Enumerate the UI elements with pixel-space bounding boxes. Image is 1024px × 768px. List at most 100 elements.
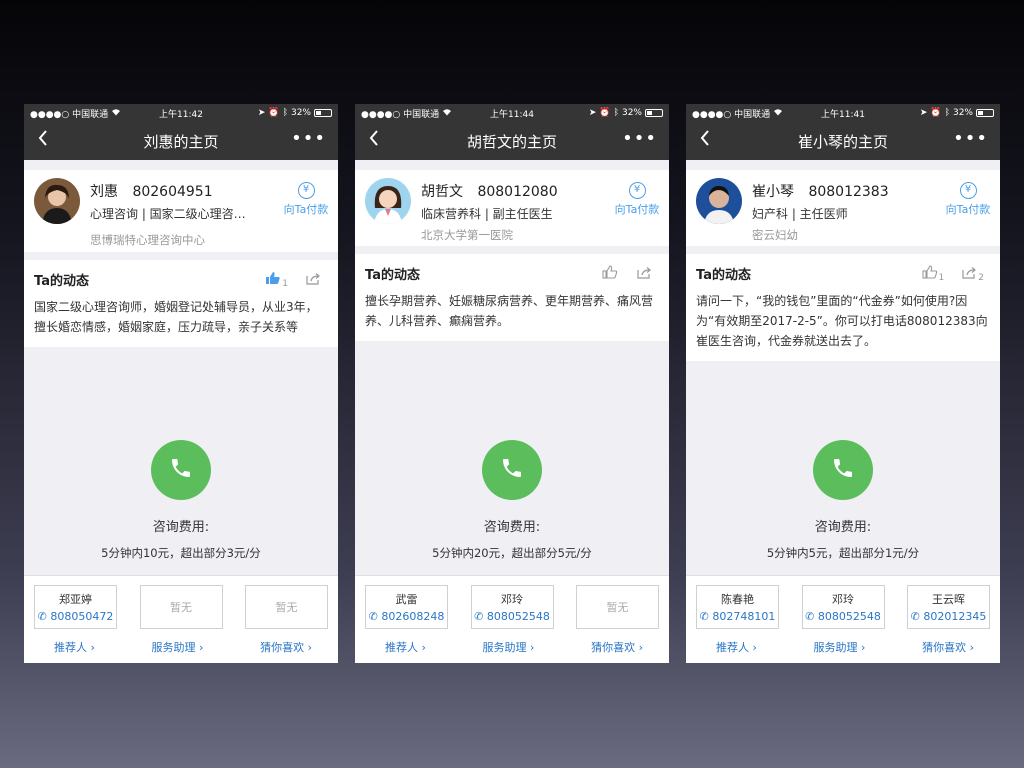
phone-screen: ●●●●○ 中国联通 上午11:41 ➤ ⏰ ᛒ 32% 崔小琴的主页 ••• — [686, 104, 1000, 663]
assistant-link[interactable]: 服务助理 › — [814, 639, 866, 655]
contact-card[interactable]: 暂无 — [576, 585, 659, 629]
call-button[interactable] — [813, 440, 873, 500]
pay-label: 向Ta付款 — [945, 203, 991, 216]
doctor-department: 妇产科 | 主任医师 — [752, 207, 848, 221]
fee-value: 5分钟内5元，超出部分1元/分 — [766, 546, 920, 560]
contact-name: 武雷 — [395, 593, 418, 606]
nav-bar: 刘惠的主页 ••• — [24, 122, 338, 160]
phone-small-icon: ✆ — [37, 610, 47, 623]
contact-name: 王云晖 — [932, 593, 965, 606]
phone-icon — [831, 456, 855, 484]
share-button[interactable] — [637, 264, 653, 283]
call-button[interactable] — [151, 440, 211, 500]
contact-card[interactable]: 陈春艳 ✆ 802748101 — [696, 585, 779, 629]
dynamics-title: Ta的动态 — [365, 268, 420, 283]
phone-screen: ●●●●○ 中国联通 上午11:42 ➤ ⏰ ᛒ 32% 刘惠的主页 ••• 刘… — [24, 104, 338, 663]
avatar[interactable] — [696, 178, 742, 224]
dynamics-text: 请问一下，“我的钱包”里面的“代金券”如何使用?因为“有效期至2017-2-5”… — [696, 294, 988, 348]
contact-phone: 808052548 — [817, 610, 881, 623]
doctor-department: 心理咨询 | 国家二级心理咨… — [90, 207, 246, 221]
contact-card[interactable]: 郑亚婷 ✆ 808050472 — [34, 585, 117, 629]
contact-card[interactable]: 邓玲 ✆ 808052548 — [801, 585, 885, 629]
battery-icon — [976, 109, 994, 117]
recommender-link[interactable]: 推荐人 › — [385, 639, 426, 655]
share-button[interactable]: 2 — [962, 264, 984, 283]
contact-name: 陈春艳 — [721, 593, 754, 606]
pay-button[interactable]: ¥ 向Ta付款 — [280, 182, 332, 217]
pay-button[interactable]: ¥ 向Ta付款 — [942, 182, 994, 217]
back-icon[interactable] — [700, 130, 710, 151]
dynamics-section: Ta的动态 1 2 请问一下，“我的钱包”里面的“代金券”如何使用?因为“有效期… — [686, 254, 1000, 361]
yuan-icon: ¥ — [959, 182, 977, 199]
recommender-link[interactable]: 推荐人 › — [54, 639, 95, 655]
carrier-label: ●●●●○ 中国联通 — [692, 109, 771, 120]
avatar[interactable] — [365, 178, 411, 224]
more-icon[interactable]: ••• — [622, 128, 657, 149]
back-icon[interactable] — [369, 130, 379, 151]
thumbs-up-icon — [265, 270, 281, 289]
fee-label: 咨询费用: — [483, 520, 541, 535]
empty-label: 暂无 — [275, 601, 298, 614]
battery-percent: 32% — [621, 108, 642, 118]
dynamics-section: Ta的动态 1 国家二级心理咨询师，婚姻登记处辅导员，从业3年，擅长婚恋情感，婚… — [24, 260, 338, 347]
doctor-organization: 密云妇幼 — [752, 228, 798, 242]
recommender-link[interactable]: 推荐人 › — [716, 639, 757, 655]
page-title: 刘惠的主页 — [143, 132, 219, 151]
doctor-organization: 北京大学第一医院 — [421, 228, 513, 242]
like-button[interactable] — [602, 264, 619, 283]
avatar[interactable] — [34, 178, 80, 224]
assistant-link[interactable]: 服务助理 › — [483, 639, 535, 655]
yuan-icon: ¥ — [297, 182, 315, 199]
nav-bar: 崔小琴的主页 ••• — [686, 122, 1000, 160]
profile-card[interactable]: 胡哲文 808012080 临床营养科 | 副主任医生 北京大学第一医院 ¥ 向… — [355, 170, 669, 246]
contact-card[interactable]: 暂无 — [245, 585, 328, 629]
location-icon: ➤ — [919, 108, 928, 118]
like-count: 1 — [282, 279, 288, 289]
dynamics-section: Ta的动态 擅长孕期营养、妊娠糖尿病营养、更年期营养、痛风营养、儿科营养、癫痫营… — [355, 254, 669, 341]
contact-phone: 808050472 — [50, 610, 114, 623]
contact-card[interactable]: 暂无 — [139, 585, 223, 629]
like-button[interactable]: 1 — [265, 270, 288, 289]
page-title: 胡哲文的主页 — [466, 132, 557, 151]
like-button[interactable]: 1 — [921, 264, 944, 283]
phone-small-icon: ✆ — [474, 610, 484, 623]
guess-link[interactable]: 猜你喜欢 › — [591, 639, 643, 655]
fee-label: 咨询费用: — [152, 520, 210, 535]
nav-bar: 胡哲文的主页 ••• — [355, 122, 669, 160]
contact-phone: 802748101 — [712, 610, 776, 623]
carrier-label: ●●●●○ 中国联通 — [30, 109, 109, 120]
back-icon[interactable] — [38, 130, 48, 151]
share-icon — [962, 264, 977, 283]
assistant-link[interactable]: 服务助理 › — [152, 639, 204, 655]
doctor-name: 胡哲文 — [421, 184, 463, 200]
alarm-icon: ⏰ — [930, 108, 942, 118]
profile-card[interactable]: 刘惠 802604951 心理咨询 | 国家二级心理咨… 思博瑞特心理咨询中心 … — [24, 170, 338, 252]
contact-card[interactable]: 邓玲 ✆ 808052548 — [470, 585, 554, 629]
contact-card[interactable]: 武雷 ✆ 802608248 — [365, 585, 448, 629]
empty-label: 暂无 — [170, 601, 192, 614]
dynamics-title: Ta的动态 — [34, 274, 89, 289]
battery-icon — [645, 109, 663, 117]
profile-card[interactable]: 崔小琴 808012383 妇产科 | 主任医师 密云妇幼 ¥ 向Ta付款 — [686, 170, 1000, 246]
contact-card[interactable]: 王云晖 ✆ 802012345 — [907, 585, 990, 629]
contact-phone: 802012345 — [923, 610, 987, 623]
share-button[interactable] — [306, 270, 322, 289]
doctor-name: 刘惠 — [90, 184, 118, 200]
phone-small-icon: ✆ — [910, 610, 920, 623]
call-button[interactable] — [482, 440, 542, 500]
more-icon[interactable]: ••• — [953, 128, 988, 149]
share-count: 2 — [978, 273, 984, 283]
more-icon[interactable]: ••• — [291, 128, 326, 149]
guess-link[interactable]: 猜你喜欢 › — [922, 639, 974, 655]
doctor-organization: 思博瑞特心理咨询中心 — [90, 233, 205, 247]
guess-link[interactable]: 猜你喜欢 › — [260, 639, 312, 655]
bluetooth-icon: ᛒ — [282, 108, 288, 118]
pay-label: 向Ta付款 — [283, 203, 329, 216]
share-icon — [637, 264, 652, 283]
pay-button[interactable]: ¥ 向Ta付款 — [611, 182, 663, 217]
thumbs-up-icon — [602, 264, 618, 283]
phone-small-icon: ✆ — [368, 610, 378, 623]
doctor-department: 临床营养科 | 副主任医生 — [421, 207, 553, 221]
thumbs-up-icon — [921, 264, 938, 283]
status-bar: ●●●●○ 中国联通 上午11:44 ➤ ⏰ ᛒ 32% — [355, 104, 669, 122]
